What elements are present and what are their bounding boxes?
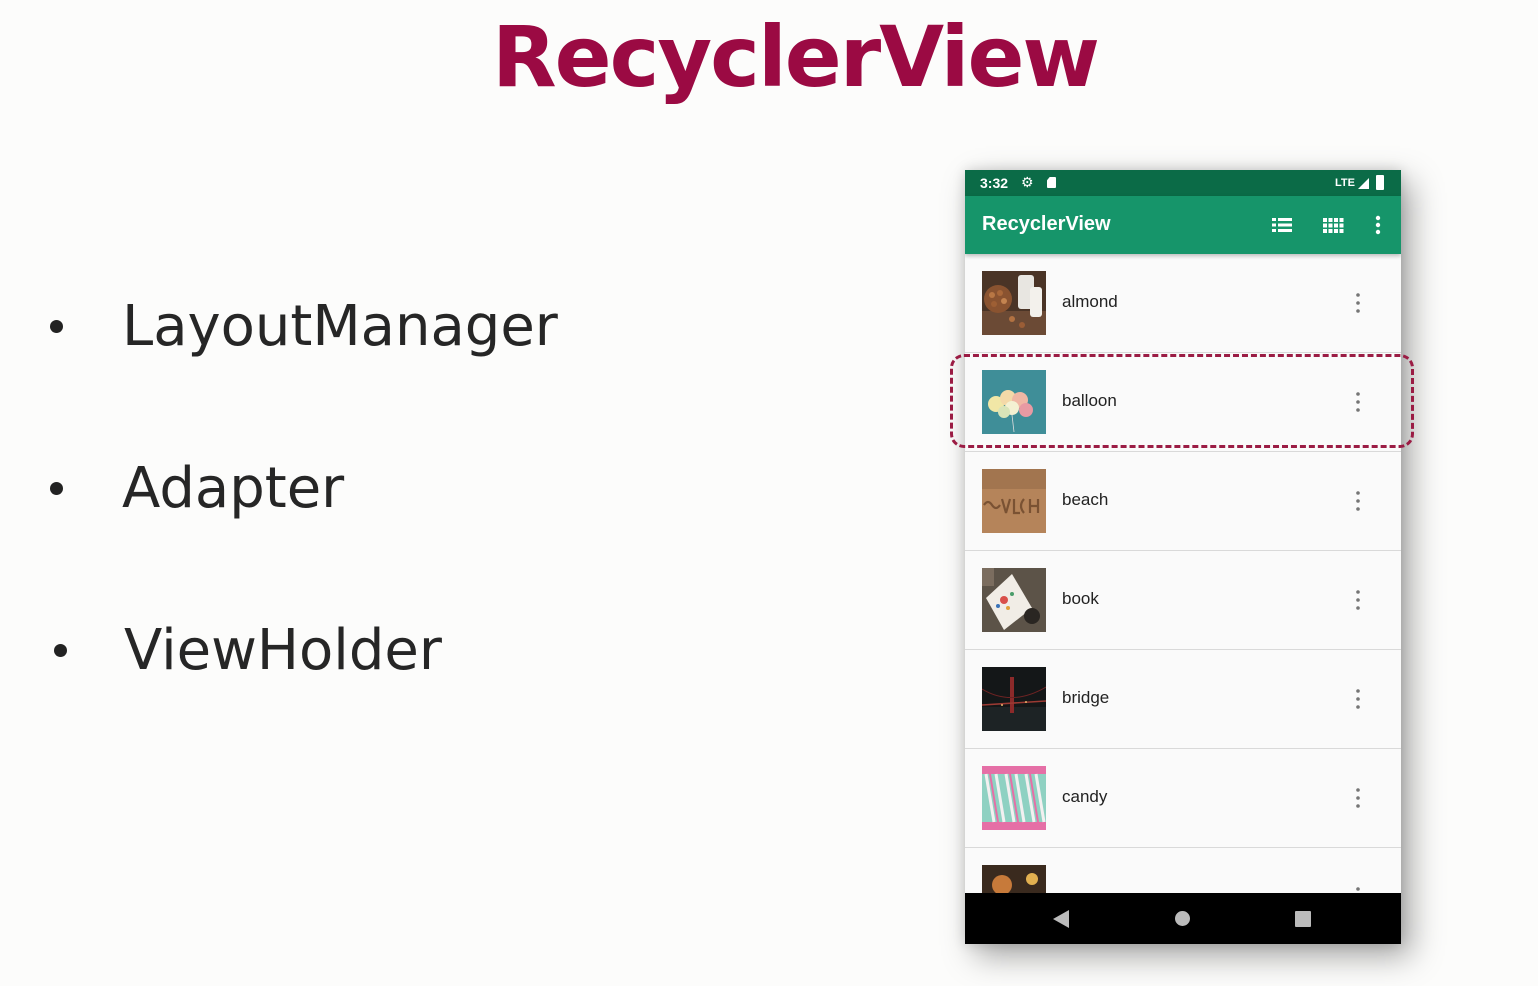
item-more-icon[interactable]	[1355, 688, 1361, 710]
bullet-dot	[50, 482, 63, 495]
list-item[interactable]: candy	[965, 749, 1401, 848]
slide: RecyclerView LayoutManager Adapter ViewH…	[0, 0, 1538, 986]
item-label: candy	[1062, 787, 1108, 806]
more-vert-icon[interactable]	[1365, 212, 1391, 238]
grid-view-icon[interactable]	[1320, 212, 1346, 238]
item-more-icon[interactable]	[1355, 292, 1361, 314]
status-time: 3:32	[980, 175, 1009, 191]
bullet-dot	[50, 320, 63, 333]
almond-photo	[982, 271, 1046, 335]
bridge-photo	[982, 667, 1046, 731]
home-icon[interactable]	[1175, 911, 1190, 926]
book-photo	[982, 568, 1046, 632]
candy-photo	[982, 766, 1046, 830]
bullet-text: Adapter	[122, 455, 345, 521]
app-bar: RecyclerView	[965, 196, 1401, 254]
status-bar: 3:32 ⚙ LTE	[965, 170, 1401, 196]
battery-icon	[1376, 175, 1384, 190]
bullet-item: LayoutManager	[40, 298, 558, 354]
list-item[interactable]: bridge	[965, 650, 1401, 749]
recents-icon[interactable]	[1295, 911, 1311, 927]
item-more-icon[interactable]	[1355, 490, 1361, 512]
bullet-text: ViewHolder	[124, 617, 442, 683]
item-label: book	[1062, 589, 1099, 608]
item-label: beach	[1062, 490, 1109, 509]
item-label: bridge	[1062, 688, 1110, 707]
signal-icon	[1358, 178, 1369, 189]
balloon-photo	[982, 370, 1046, 434]
list-item[interactable]: almond	[965, 254, 1401, 353]
list-item[interactable]: beach	[965, 452, 1401, 551]
bullet-dot	[54, 644, 67, 657]
status-network: LTE	[1335, 177, 1355, 189]
item-more-icon[interactable]	[1355, 589, 1361, 611]
sd-card-icon	[1047, 177, 1056, 188]
item-more-icon[interactable]	[1355, 391, 1361, 413]
slide-title: RecyclerView	[491, 8, 1100, 106]
list-view-icon[interactable]	[1269, 212, 1295, 238]
beach-photo	[982, 469, 1046, 533]
navigation-bar	[965, 893, 1401, 944]
list-item[interactable]: balloon	[965, 353, 1401, 452]
phone-screen: 3:32 ⚙ LTE RecyclerView almond balloon b…	[965, 170, 1401, 944]
back-icon[interactable]	[1053, 910, 1069, 928]
bullet-item: Adapter	[40, 460, 344, 516]
settings-icon: ⚙	[1021, 174, 1034, 190]
item-more-icon[interactable]	[1355, 787, 1361, 809]
item-label: almond	[1062, 292, 1118, 311]
bullet-item: ViewHolder	[40, 622, 442, 678]
bullet-text: LayoutManager	[122, 293, 558, 359]
item-label: balloon	[1062, 391, 1117, 410]
list-item[interactable]: book	[965, 551, 1401, 650]
app-title: RecyclerView	[982, 213, 1111, 235]
